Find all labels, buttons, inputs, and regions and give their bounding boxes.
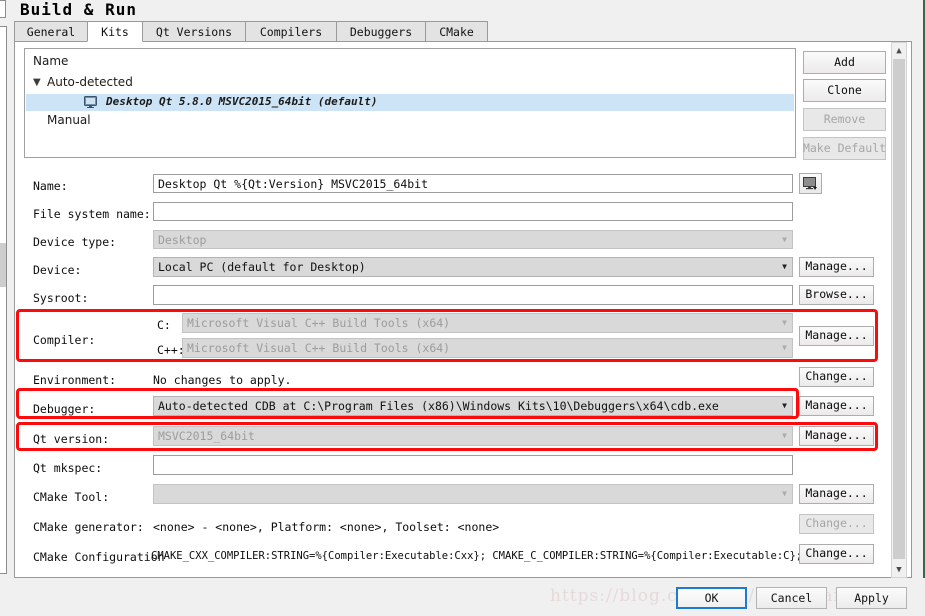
name-device-icon-button[interactable] — [799, 173, 822, 194]
outer-panel-edge-top — [0, 0, 6, 18]
cmake-generator-change-button: Change... — [799, 514, 874, 534]
remove-button: Remove — [803, 108, 886, 131]
compiler-cpp-combo: Microsoft Visual C++ Build Tools (x64) ▼ — [182, 338, 793, 358]
cmake-configuration-label: CMake Configuration — [33, 550, 165, 564]
apply-button[interactable]: Apply — [836, 587, 907, 609]
environment-value: No changes to apply. — [153, 373, 292, 387]
compiler-cpp-label: C++: — [157, 343, 185, 357]
kits-page: Name ▼ Auto-detected Desktop Qt 5.8.0 MSV… — [14, 42, 912, 578]
qt-mkspec-label: Qt mkspec: — [33, 461, 103, 475]
debugger-label: Debugger: — [33, 402, 96, 416]
debugger-value: Auto-detected CDB at C:\Program Files (x… — [158, 399, 719, 413]
tab-bar: General Kits Qt Versions Compilers Debug… — [14, 21, 912, 42]
cmake-tool-combo: ▼ — [153, 484, 793, 504]
debugger-combo[interactable]: Auto-detected CDB at C:\Program Files (x… — [153, 396, 793, 416]
tree-group-auto-detected-label: Auto-detected — [47, 75, 133, 89]
tab-general[interactable]: General — [14, 21, 88, 42]
chevron-down-icon[interactable]: ▼ — [33, 77, 47, 88]
page-title: Build & Run — [20, 0, 137, 19]
tree-row-kit-desktop[interactable]: Desktop Qt 5.8.0 MSVC2015_64bit (default… — [26, 94, 794, 111]
tab-qt-versions[interactable]: Qt Versions — [142, 21, 246, 42]
name-label: Name: — [33, 179, 68, 193]
compiler-manage-button[interactable]: Manage... — [799, 326, 874, 346]
chevron-down-icon[interactable]: ▼ — [782, 402, 787, 410]
tree-group-manual-label: Manual — [47, 113, 91, 127]
compiler-cpp-value: Microsoft Visual C++ Build Tools (x64) — [187, 341, 451, 355]
chevron-down-icon: ▼ — [782, 234, 787, 244]
scrollbar-thumb[interactable] — [893, 59, 905, 559]
monitor-icon — [803, 177, 817, 190]
settings-dialog: Build & Run General Kits Qt Versions Com… — [0, 0, 925, 616]
chevron-down-icon: ▼ — [782, 431, 787, 440]
tree-group-manual[interactable]: Manual — [47, 113, 91, 127]
clone-button[interactable]: Clone — [803, 79, 886, 102]
sysroot-label: Sysroot: — [33, 291, 89, 305]
tab-debuggers[interactable]: Debuggers — [336, 21, 426, 42]
chevron-up-icon[interactable]: ▲ — [892, 43, 906, 58]
device-label: Device: — [33, 263, 82, 277]
qt-version-label: Qt version: — [33, 432, 110, 446]
device-type-label: Device type: — [33, 235, 117, 249]
debugger-manage-button[interactable]: Manage... — [799, 396, 874, 416]
chevron-down-icon[interactable]: ▼ — [892, 562, 906, 577]
kits-tree[interactable]: Name ▼ Auto-detected Desktop Qt 5.8.0 MSV… — [24, 48, 796, 158]
monitor-icon — [84, 96, 97, 111]
cmake-generator-label: CMake generator: — [33, 520, 144, 534]
outer-panel-scrollbar[interactable] — [0, 243, 6, 287]
outer-panel-edge-body — [0, 26, 7, 574]
add-button[interactable]: Add — [803, 51, 886, 74]
page-vertical-scrollbar[interactable]: ▲ ▼ — [891, 42, 907, 578]
cmake-generator-value: <none> - <none>, Platform: <none>, Tools… — [153, 520, 500, 534]
file-system-name-label: File system name: — [33, 207, 151, 221]
chevron-down-icon[interactable]: ▼ — [782, 263, 787, 271]
qt-version-combo: MSVC2015_64bit ▼ — [153, 426, 793, 446]
device-manage-button[interactable]: Manage... — [799, 257, 874, 277]
chevron-down-icon: ▼ — [782, 318, 787, 327]
tab-cmake[interactable]: CMake — [425, 21, 488, 42]
cmake-configuration-value: CMAKE_CXX_COMPILER:STRING=%{Compiler:Exe… — [151, 550, 815, 562]
cancel-button[interactable]: Cancel — [756, 587, 827, 609]
tree-group-auto-detected[interactable]: ▼ Auto-detected — [33, 75, 133, 89]
chevron-down-icon: ▼ — [782, 489, 787, 498]
tab-compilers[interactable]: Compilers — [245, 21, 337, 42]
qt-version-manage-button[interactable]: Manage... — [799, 426, 874, 446]
chevron-down-icon: ▼ — [782, 343, 787, 352]
tree-row-kit-label: Desktop Qt 5.8.0 MSVC2015_64bit (default… — [106, 95, 378, 108]
sysroot-input[interactable] — [153, 285, 793, 305]
make-default-button: Make Default — [803, 137, 886, 160]
cmake-configuration-change-button[interactable]: Change... — [799, 544, 874, 564]
qt-mkspec-input[interactable] — [153, 455, 793, 475]
device-value: Local PC (default for Desktop) — [158, 260, 366, 274]
name-input[interactable]: Desktop Qt %{Qt:Version} MSVC2015_64bit — [153, 174, 793, 193]
environment-label: Environment: — [33, 373, 117, 387]
qt-version-value: MSVC2015_64bit — [158, 429, 255, 443]
tab-kits[interactable]: Kits — [87, 21, 143, 42]
tree-column-header-name: Name — [33, 54, 69, 68]
device-combo[interactable]: Local PC (default for Desktop) ▼ — [153, 257, 793, 277]
compiler-label: Compiler: — [33, 333, 96, 347]
sysroot-browse-button[interactable]: Browse... — [799, 285, 874, 305]
cmake-tool-label: CMake Tool: — [33, 490, 110, 504]
compiler-c-value: Microsoft Visual C++ Build Tools (x64) — [187, 316, 451, 330]
environment-change-button[interactable]: Change... — [799, 367, 874, 387]
compiler-c-combo: Microsoft Visual C++ Build Tools (x64) ▼ — [182, 313, 793, 333]
file-system-name-input[interactable] — [153, 202, 793, 221]
ok-button[interactable]: OK — [676, 587, 747, 609]
device-type-combo: Desktop ▼ — [153, 230, 793, 249]
cmake-tool-manage-button[interactable]: Manage... — [799, 484, 874, 504]
compiler-c-label: C: — [157, 318, 171, 332]
device-type-value: Desktop — [158, 232, 207, 247]
